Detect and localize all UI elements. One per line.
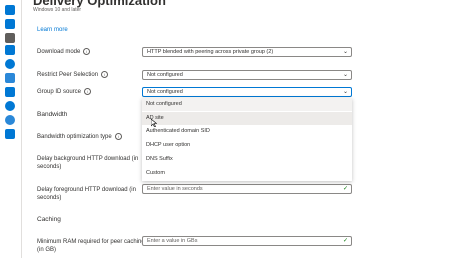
page-subtitle: Windows 10 and later [33,7,82,13]
bandwidth-type-label: Bandwidth optimization type i [37,133,122,141]
dropdown-option-not-configured[interactable]: Not configured [142,98,352,111]
min-ram-label: Minimum RAM required for peer caching (i… [37,239,145,253]
group-id-source-select[interactable]: Not configured ⌄ [142,87,352,97]
info-icon[interactable]: i [101,71,109,78]
dropdown-option-dhcp-user-option[interactable]: DHCP user option [142,139,352,152]
dropdown-option-authenticated-domain-sid[interactable]: Authenticated domain SID [142,125,352,138]
troubleshooting-icon[interactable] [5,127,15,137]
chevron-down-icon: ⌄ [342,89,348,95]
nav-rail [0,0,22,258]
dropdown-option-ad-site[interactable]: AD site [142,112,352,125]
caching-section-heading: Caching [37,216,61,223]
restrict-peer-select[interactable]: Not configured ⌄ [142,70,352,80]
min-ram-input[interactable]: Enter a value in GBs ✓ [142,236,352,246]
apps-icon[interactable] [5,59,15,69]
download-mode-select[interactable]: HTTP blended with peering across private… [142,47,352,57]
dropdown-option-dns-suffix[interactable]: DNS Suffix [142,153,352,166]
all-services-icon[interactable] [5,33,15,43]
chevron-down-icon: ⌄ [342,49,348,55]
info-icon[interactable]: i [84,88,92,95]
restrict-peer-label: Restrict Peer Selection i [37,71,109,79]
info-icon[interactable]: i [83,48,91,55]
home-icon[interactable] [5,5,15,15]
check-icon: ✓ [342,238,348,244]
groups-icon[interactable] [5,115,15,125]
delay-fg-input[interactable]: Enter value in seconds ✓ [142,184,352,194]
dashboard-icon[interactable] [5,19,15,29]
dropdown-option-custom[interactable]: Custom [142,167,352,180]
group-id-source-dropdown: Not configured AD site Authenticated dom… [142,98,352,181]
bandwidth-section-heading: Bandwidth [37,111,68,118]
info-icon[interactable]: i [114,133,122,140]
check-icon: ✓ [342,186,348,192]
group-id-source-label: Group ID source i [37,88,92,96]
learn-more-link[interactable]: Learn more [37,27,68,33]
users-icon[interactable] [5,101,15,111]
chevron-down-icon: ⌄ [342,72,348,78]
mouse-pointer-icon [151,119,157,127]
endpoint-security-icon[interactable] [5,73,15,83]
delay-fg-label: Delay foreground HTTP download (in secon… [37,187,136,201]
reports-icon[interactable] [5,87,15,97]
download-mode-label: Download mode i [37,48,91,56]
devices-icon[interactable] [5,45,15,55]
delay-bg-label: Delay background HTTP download (in secon… [37,156,139,170]
